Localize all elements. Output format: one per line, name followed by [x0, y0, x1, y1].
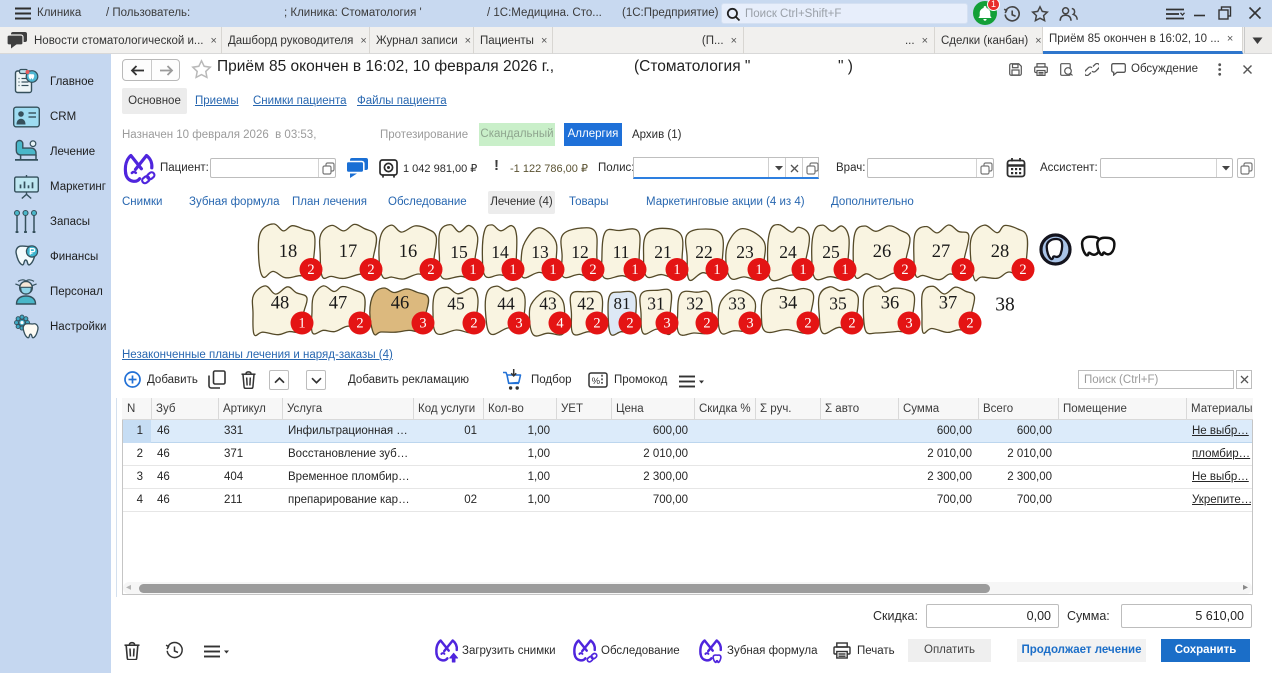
svg-text:3: 3 [905, 316, 912, 332]
svg-text:2: 2 [959, 262, 966, 278]
svg-text:1: 1 [713, 262, 720, 278]
svg-text:12: 12 [571, 242, 589, 262]
svg-text:2: 2 [901, 262, 908, 278]
svg-text:21: 21 [654, 242, 672, 262]
svg-text:3: 3 [419, 316, 426, 332]
svg-text:3: 3 [515, 316, 522, 332]
svg-text:18: 18 [279, 242, 298, 262]
svg-text:28: 28 [991, 242, 1010, 262]
svg-text:2: 2 [589, 262, 596, 278]
svg-text:2: 2 [703, 316, 710, 332]
svg-text:2: 2 [470, 316, 477, 332]
svg-text:25: 25 [822, 242, 840, 262]
svg-text:1: 1 [755, 262, 762, 278]
svg-text:2: 2 [367, 262, 374, 278]
svg-text:2: 2 [356, 316, 363, 332]
svg-text:15: 15 [450, 242, 468, 262]
svg-text:23: 23 [736, 242, 754, 262]
svg-text:45: 45 [447, 294, 465, 314]
svg-text:2: 2 [966, 316, 973, 332]
svg-text:1: 1 [298, 316, 305, 332]
svg-text:34: 34 [779, 294, 798, 314]
svg-text:3: 3 [746, 316, 753, 332]
svg-text:2: 2 [307, 262, 314, 278]
svg-text:%: % [592, 376, 601, 387]
svg-text:37: 37 [939, 294, 958, 314]
svg-text:2: 2 [804, 316, 811, 332]
svg-text:1: 1 [841, 262, 848, 278]
svg-text:32: 32 [686, 294, 704, 314]
svg-text:46: 46 [391, 294, 410, 314]
svg-text:81: 81 [614, 294, 631, 313]
svg-text:1: 1 [469, 262, 476, 278]
svg-text:2: 2 [427, 262, 434, 278]
svg-text:13: 13 [531, 242, 549, 262]
svg-text:1: 1 [549, 262, 556, 278]
svg-text:4: 4 [556, 316, 564, 332]
svg-text:2: 2 [848, 316, 855, 332]
svg-text:24: 24 [779, 242, 797, 262]
svg-text:17: 17 [339, 242, 358, 262]
svg-text:47: 47 [329, 294, 348, 314]
svg-text:2: 2 [593, 316, 600, 332]
svg-text:27: 27 [932, 242, 951, 262]
svg-text:14: 14 [491, 242, 509, 262]
svg-text:26: 26 [873, 242, 892, 262]
svg-text:38: 38 [995, 295, 1015, 316]
svg-text:44: 44 [497, 294, 515, 314]
svg-text:1: 1 [799, 262, 806, 278]
svg-text:2: 2 [626, 316, 633, 332]
svg-text:1: 1 [673, 262, 680, 278]
svg-text:2: 2 [1019, 262, 1026, 278]
svg-text:16: 16 [399, 242, 418, 262]
svg-text:3: 3 [663, 316, 670, 332]
svg-text:43: 43 [539, 294, 557, 314]
svg-text:1: 1 [631, 262, 638, 278]
svg-text:31: 31 [647, 294, 665, 314]
svg-text:1: 1 [509, 262, 516, 278]
svg-text:48: 48 [271, 294, 290, 314]
svg-text:42: 42 [577, 294, 595, 314]
svg-text:35: 35 [829, 294, 847, 314]
svg-text:36: 36 [881, 294, 900, 314]
svg-text:11: 11 [613, 242, 630, 262]
svg-text:22: 22 [695, 242, 713, 262]
svg-text:33: 33 [728, 294, 746, 314]
